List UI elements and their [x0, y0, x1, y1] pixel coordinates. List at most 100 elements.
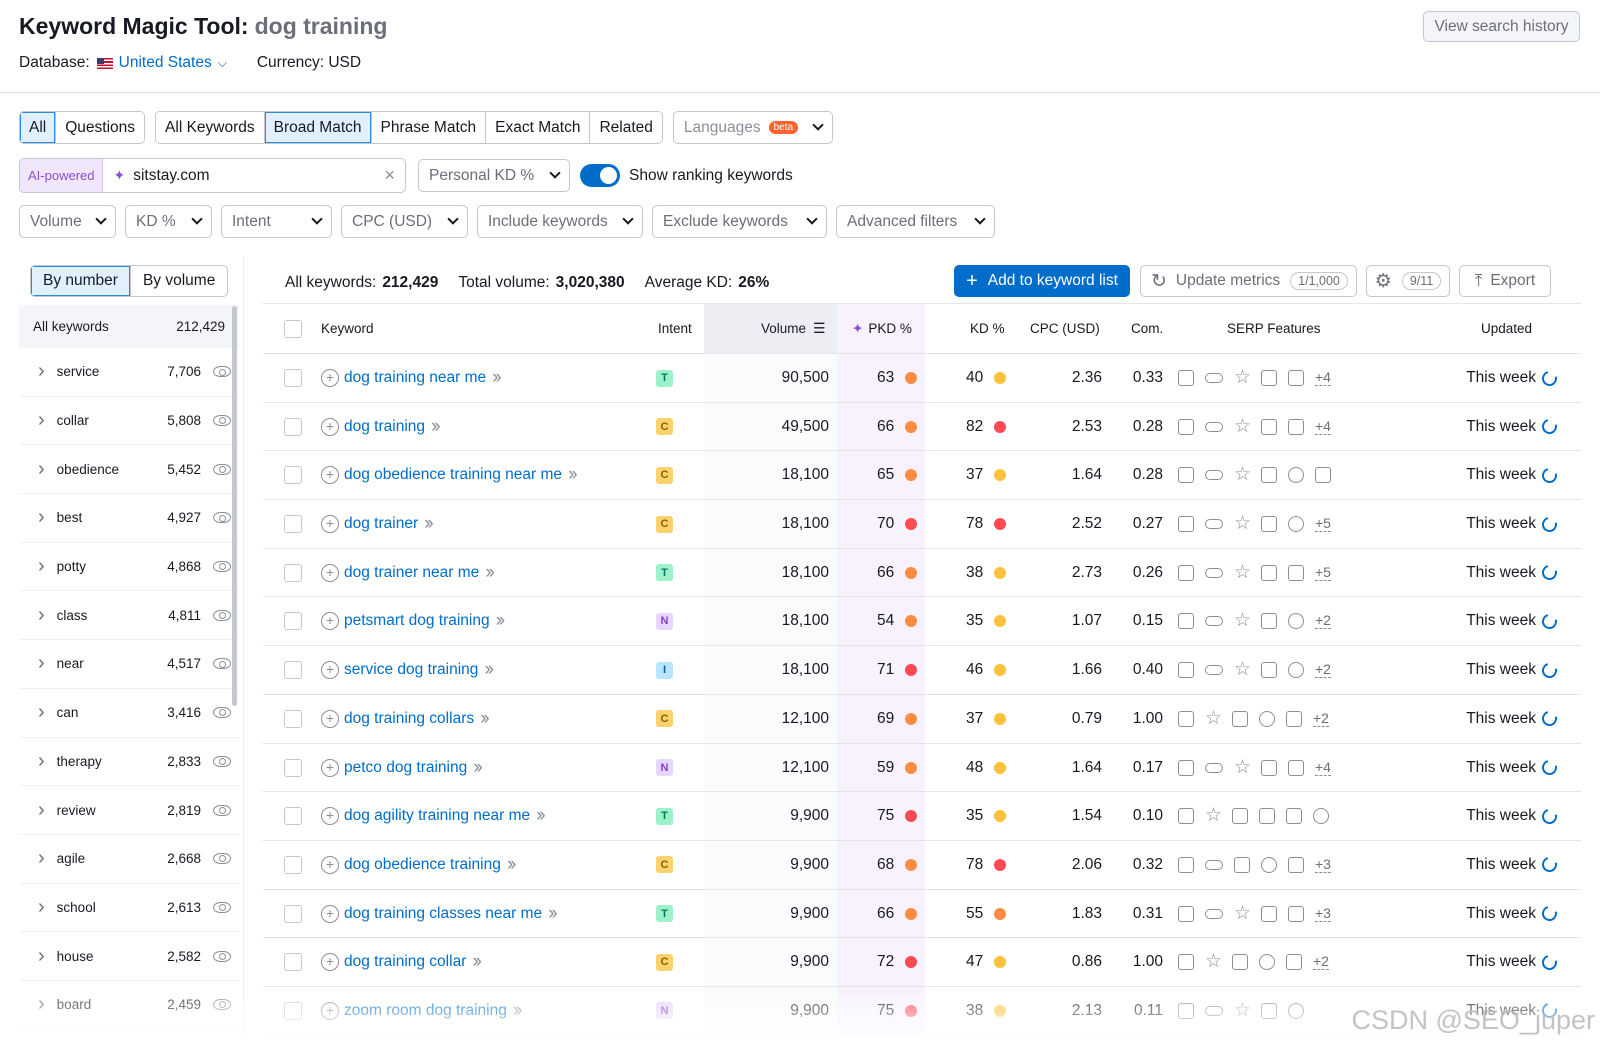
eye-icon[interactable] — [213, 755, 231, 767]
double-chevron-icon[interactable]: ›› — [548, 903, 558, 925]
keyword-link[interactable]: dog trainer — [344, 515, 418, 533]
video-icon[interactable] — [1288, 370, 1304, 386]
refresh-icon[interactable] — [1539, 854, 1560, 876]
link-icon[interactable] — [1205, 616, 1223, 627]
col-pkd[interactable]: ✦ PKD % — [852, 304, 912, 353]
play-icon[interactable] — [1261, 856, 1277, 873]
image-icon[interactable] — [1261, 516, 1277, 533]
tab-broad-match[interactable]: Broad Match — [264, 112, 372, 143]
star-icon[interactable]: ☆ — [1205, 952, 1222, 971]
more-features-link[interactable]: +4 — [1315, 370, 1331, 386]
double-chevron-icon[interactable]: ›› — [496, 610, 506, 632]
tab-questions[interactable]: Questions — [56, 112, 145, 143]
row-checkbox[interactable] — [284, 855, 302, 874]
eye-icon[interactable] — [213, 415, 231, 427]
row-checkbox[interactable] — [284, 953, 302, 972]
keyword-link[interactable]: dog agility training near me — [344, 807, 530, 825]
database-select[interactable]: United States — [119, 54, 212, 72]
image-icon[interactable] — [1261, 564, 1277, 581]
chevron-right-icon[interactable]: › — [38, 360, 45, 383]
all-keywords-group[interactable]: All keywords 212,429 — [19, 305, 239, 348]
add-to-keyword-list-button[interactable]: + Add to keyword list — [954, 265, 1130, 297]
filter-cpc[interactable]: CPC (USD) — [341, 205, 468, 238]
chevron-right-icon[interactable]: › — [38, 847, 45, 870]
chevron-right-icon[interactable]: › — [38, 701, 45, 724]
snippet-icon[interactable] — [1178, 564, 1194, 581]
tab-exact-match[interactable]: Exact Match — [486, 112, 591, 143]
keyword-link[interactable]: petsmart dog training — [344, 612, 490, 630]
tab-all[interactable]: All — [20, 112, 57, 143]
col-intent[interactable]: Intent — [658, 304, 692, 353]
eye-icon[interactable] — [213, 658, 231, 670]
sidebar-group-item[interactable]: › collar 5,808 — [19, 397, 239, 446]
play-icon[interactable] — [1288, 613, 1304, 630]
snippet-icon[interactable] — [1178, 467, 1194, 484]
review-icon[interactable] — [1286, 808, 1302, 825]
add-circle-icon[interactable]: + — [321, 855, 339, 874]
add-circle-icon[interactable]: + — [321, 807, 339, 826]
keyword-link[interactable]: dog training collars — [344, 710, 474, 728]
review-icon[interactable] — [1286, 710, 1302, 727]
chevron-right-icon[interactable]: › — [38, 652, 45, 675]
keyword-link[interactable]: service dog training — [344, 661, 478, 679]
table-row[interactable]: + service dog training ›› I 18,100 71 46 1.66 0.… — [263, 646, 1581, 695]
show-ranking-toggle[interactable] — [580, 164, 620, 187]
eye-icon[interactable] — [213, 950, 231, 962]
pin-icon[interactable] — [1288, 467, 1304, 484]
add-circle-icon[interactable]: + — [321, 515, 339, 534]
sidebar-group-item[interactable]: › class 4,811 — [19, 591, 239, 641]
add-circle-icon[interactable]: + — [321, 904, 339, 923]
chevron-down-icon[interactable]: ⌵ — [218, 56, 227, 71]
sidebar-group-item[interactable]: › near 4,517 — [19, 640, 239, 689]
link-icon[interactable] — [1205, 421, 1223, 432]
double-chevron-icon[interactable]: ›› — [485, 562, 495, 584]
table-row[interactable]: + dog trainer near me ›› T 18,100 66 38 2.73 0.2… — [263, 548, 1581, 598]
sidebar-group-item[interactable]: › review 2,819 — [19, 786, 239, 835]
imgplus-icon[interactable] — [1261, 613, 1277, 630]
table-row[interactable]: + dog training collars ›› C 12,100 69 37 0.79 1.… — [263, 694, 1581, 744]
sidebar-group-item[interactable]: › can 3,416 — [19, 689, 239, 738]
image-icon[interactable] — [1261, 370, 1277, 386]
more-features-link[interactable]: +2 — [1315, 613, 1331, 630]
refresh-icon[interactable] — [1539, 708, 1560, 730]
double-chevron-icon[interactable]: ›› — [473, 757, 483, 779]
double-chevron-icon[interactable]: ›› — [536, 805, 546, 827]
star-icon[interactable]: ☆ — [1205, 806, 1222, 825]
snippet-icon[interactable] — [1178, 516, 1194, 533]
snippet-icon[interactable] — [1178, 370, 1194, 386]
double-chevron-icon[interactable]: ›› — [507, 854, 517, 876]
refresh-icon[interactable] — [1539, 805, 1560, 827]
table-row[interactable]: + dog trainer ›› C 18,100 70 78 2.52 0.27 ☆ +5 This… — [263, 500, 1581, 549]
chevron-right-icon[interactable]: › — [38, 458, 45, 481]
double-chevron-icon[interactable]: ›› — [424, 513, 434, 535]
sidebar-group-item[interactable]: › obedience 5,452 — [19, 445, 239, 495]
snippet-icon[interactable] — [1178, 856, 1194, 873]
add-circle-icon[interactable]: + — [321, 417, 339, 436]
chevron-right-icon[interactable]: › — [38, 896, 45, 919]
eye-icon[interactable] — [213, 707, 231, 719]
chevron-right-icon[interactable]: › — [38, 799, 45, 822]
star-icon[interactable]: ☆ — [1205, 709, 1222, 728]
chevron-right-icon[interactable]: › — [38, 750, 45, 773]
table-row[interactable]: + dog training collar ›› C 9,900 72 47 0.86 1.00… — [263, 938, 1581, 987]
star-icon[interactable]: ☆ — [1234, 563, 1251, 582]
more-features-link[interactable]: +2 — [1313, 710, 1329, 727]
link-icon[interactable] — [1205, 519, 1223, 530]
link-icon[interactable] — [1205, 665, 1223, 676]
tab-phrase-match[interactable]: Phrase Match — [371, 112, 487, 143]
add-circle-icon[interactable]: + — [321, 709, 339, 728]
eye-icon[interactable] — [213, 804, 231, 816]
double-chevron-icon[interactable]: ›› — [484, 659, 494, 681]
row-checkbox[interactable] — [284, 709, 302, 728]
snippet-icon[interactable] — [1178, 808, 1194, 825]
review-icon[interactable] — [1286, 954, 1302, 971]
row-checkbox[interactable] — [284, 758, 302, 777]
view-search-history-button[interactable]: View search history — [1423, 11, 1580, 42]
eye-icon[interactable] — [213, 901, 231, 913]
refresh-icon[interactable] — [1539, 611, 1560, 632]
keyword-link[interactable]: dog trainer near me — [344, 564, 479, 582]
more-features-link[interactable]: +3 — [1315, 856, 1331, 873]
more-features-link[interactable]: +5 — [1315, 516, 1331, 533]
row-checkbox[interactable] — [284, 807, 302, 826]
add-circle-icon[interactable]: + — [321, 612, 339, 631]
